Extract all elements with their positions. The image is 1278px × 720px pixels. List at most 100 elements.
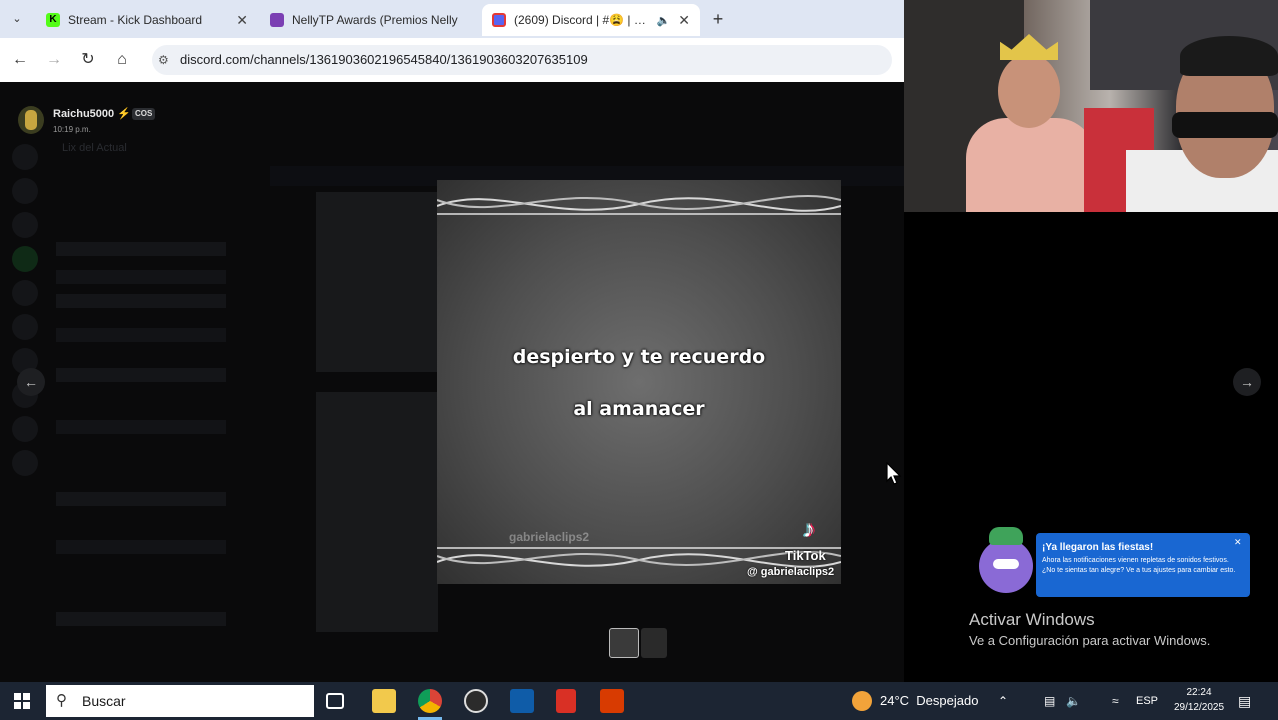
- message-image-placeholder[interactable]: [316, 392, 438, 632]
- url-field[interactable]: ⚙ discord.com/channels/13619036021965458…: [152, 45, 892, 75]
- server-icon[interactable]: [12, 314, 38, 340]
- next-arrow-button[interactable]: →: [1233, 368, 1261, 396]
- faint-watermark: gabrielaclips2: [509, 530, 590, 544]
- search-icon: ⚲: [56, 692, 67, 709]
- ornament-border-top: [437, 195, 841, 215]
- caption-line-2: al amanacer: [573, 398, 705, 420]
- tab-kick-dashboard[interactable]: K Stream - Kick Dashboard ✕: [36, 4, 258, 36]
- chrome-icon[interactable]: [418, 689, 442, 713]
- channel-row-placeholder[interactable]: [56, 328, 226, 342]
- toast-title: ¡Ya llegaron las fiestas!: [1042, 542, 1154, 553]
- chevron-up-icon[interactable]: ⌃: [998, 682, 1008, 720]
- pdf-icon[interactable]: [556, 689, 576, 713]
- server-icon[interactable]: [12, 178, 38, 204]
- back-arrow-icon[interactable]: ←: [8, 48, 32, 72]
- weather-text[interactable]: 24°C Despejado: [880, 682, 978, 720]
- clock-date: 29/12/2025: [1173, 702, 1225, 713]
- channel-row-placeholder[interactable]: [56, 368, 226, 382]
- channel-row-placeholder[interactable]: [56, 294, 226, 308]
- file-explorer-icon[interactable]: [372, 689, 396, 713]
- activate-title: Activar Windows: [969, 610, 1095, 629]
- windows-start-icon[interactable]: [14, 693, 30, 709]
- start-pane: [14, 693, 21, 700]
- search-placeholder: Buscar: [82, 693, 126, 709]
- server-icon[interactable]: [12, 416, 38, 442]
- tiktok-handle: @ gabrielaclips2: [747, 566, 835, 578]
- activate-windows-watermark: Activar Windows Ve a Configuración para …: [969, 610, 1210, 648]
- mouse-cursor-icon: [886, 462, 902, 485]
- new-tab-plus-icon[interactable]: +: [708, 9, 728, 29]
- tab-strip: ⌄ K Stream - Kick Dashboard ✕ NellyTP Aw…: [0, 0, 904, 38]
- badge-text: COS: [135, 109, 153, 118]
- language-indicator[interactable]: ESP: [1136, 682, 1158, 720]
- volume-icon[interactable]: 🔈: [1066, 682, 1081, 720]
- kick-favicon-icon: K: [46, 13, 60, 27]
- tab-discord[interactable]: (2609) Discord | #😩 | MEM 🔈 ✕: [482, 4, 700, 36]
- site-settings-icon[interactable]: ⚙: [158, 45, 169, 75]
- discord-favicon-icon: [492, 13, 506, 27]
- sidebar-title: Lix del Actual: [62, 142, 127, 154]
- media-thumbnail[interactable]: [641, 628, 667, 658]
- server-icon[interactable]: [12, 280, 38, 306]
- mascot-hat: [989, 527, 1023, 545]
- tab-nellytp-awards[interactable]: NellyTP Awards (Premios Nelly: [260, 4, 482, 36]
- server-icon[interactable]: [12, 450, 38, 476]
- network-icon[interactable]: ▤: [1044, 682, 1055, 720]
- reload-icon[interactable]: ↻: [76, 48, 100, 72]
- server-icon[interactable]: [12, 144, 38, 170]
- office-icon[interactable]: [600, 689, 624, 713]
- media-thumbnail-strip[interactable]: [609, 628, 667, 658]
- festive-mascot-icon: [975, 527, 1037, 597]
- windows-taskbar: ⚲ Buscar 24°C Despejado ⌃ ▤ 🔈 ≈ ESP 22:2…: [0, 682, 1278, 720]
- user-avatar[interactable]: [18, 106, 44, 134]
- tiktok-logo-icon: ♪: [803, 516, 815, 543]
- start-pane: [23, 702, 30, 709]
- obs-icon[interactable]: [464, 689, 488, 713]
- message-image-placeholder[interactable]: [316, 192, 438, 372]
- notification-center-icon[interactable]: ▤: [1238, 682, 1251, 720]
- channel-row-placeholder[interactable]: [56, 540, 226, 554]
- caption-line-1: despierto y te recuerdo: [512, 346, 766, 368]
- store-icon[interactable]: [510, 689, 534, 713]
- address-bar-row: ← → ↻ ⌂ ⚙ discord.com/channels/136190360…: [0, 38, 904, 82]
- close-icon[interactable]: ✕: [236, 12, 248, 29]
- webcam-overlay: [904, 0, 1278, 212]
- activate-subtitle: Ve a Configuración para activar Windows.: [969, 633, 1211, 648]
- speaker-icon[interactable]: 🔈: [657, 14, 671, 27]
- server-icon[interactable]: [12, 246, 38, 272]
- start-pane: [23, 693, 30, 700]
- server-icon[interactable]: [12, 212, 38, 238]
- forward-arrow-icon[interactable]: →: [42, 48, 66, 72]
- taskbar-search-input[interactable]: ⚲ Buscar: [46, 685, 314, 717]
- close-icon[interactable]: ✕: [1234, 537, 1242, 548]
- channel-row-placeholder[interactable]: [56, 242, 226, 256]
- media-thumbnail[interactable]: [609, 628, 639, 658]
- tab-title: (2609) Discord | #😩 | MEM: [514, 13, 651, 27]
- toast-body: Ahora las notificaciones vienen repletas…: [1042, 557, 1236, 574]
- mascot-eyes: [993, 559, 1019, 569]
- channel-row-placeholder[interactable]: [56, 492, 226, 506]
- tab-title: NellyTP Awards (Premios Nelly: [292, 13, 458, 27]
- tiktok-label: TikTok: [785, 548, 826, 563]
- notification-toast[interactable]: ¡Ya llegaron las fiestas! Ahora las noti…: [1036, 533, 1250, 597]
- tag-badge: COS: [132, 108, 156, 120]
- close-icon[interactable]: ✕: [678, 12, 690, 29]
- webcam-hair-right: [1180, 36, 1278, 76]
- tab-search-icon[interactable]: ⌄: [8, 10, 26, 28]
- channel-row-placeholder[interactable]: [56, 612, 226, 626]
- home-icon[interactable]: ⌂: [110, 48, 134, 72]
- channel-row-placeholder[interactable]: [56, 270, 226, 284]
- sunglasses-icon: [1172, 112, 1278, 138]
- username: Raichu5000: [53, 108, 115, 120]
- webcam-person-left: [966, 118, 1096, 212]
- clock[interactable]: 22:24 29/12/2025: [1170, 685, 1228, 715]
- channel-row-placeholder[interactable]: [56, 420, 226, 434]
- media-viewer[interactable]: despierto y te recuerdo al amanacer gabr…: [437, 180, 841, 584]
- weather-icon[interactable]: [852, 691, 872, 711]
- task-view-icon[interactable]: [326, 693, 344, 709]
- forms-favicon-icon: [270, 13, 284, 27]
- previous-arrow-button[interactable]: ←: [17, 368, 45, 396]
- bolt-icon: ⚡: [117, 108, 131, 120]
- clock-time: 22:24: [1186, 687, 1212, 698]
- wifi-icon[interactable]: ≈: [1112, 682, 1119, 720]
